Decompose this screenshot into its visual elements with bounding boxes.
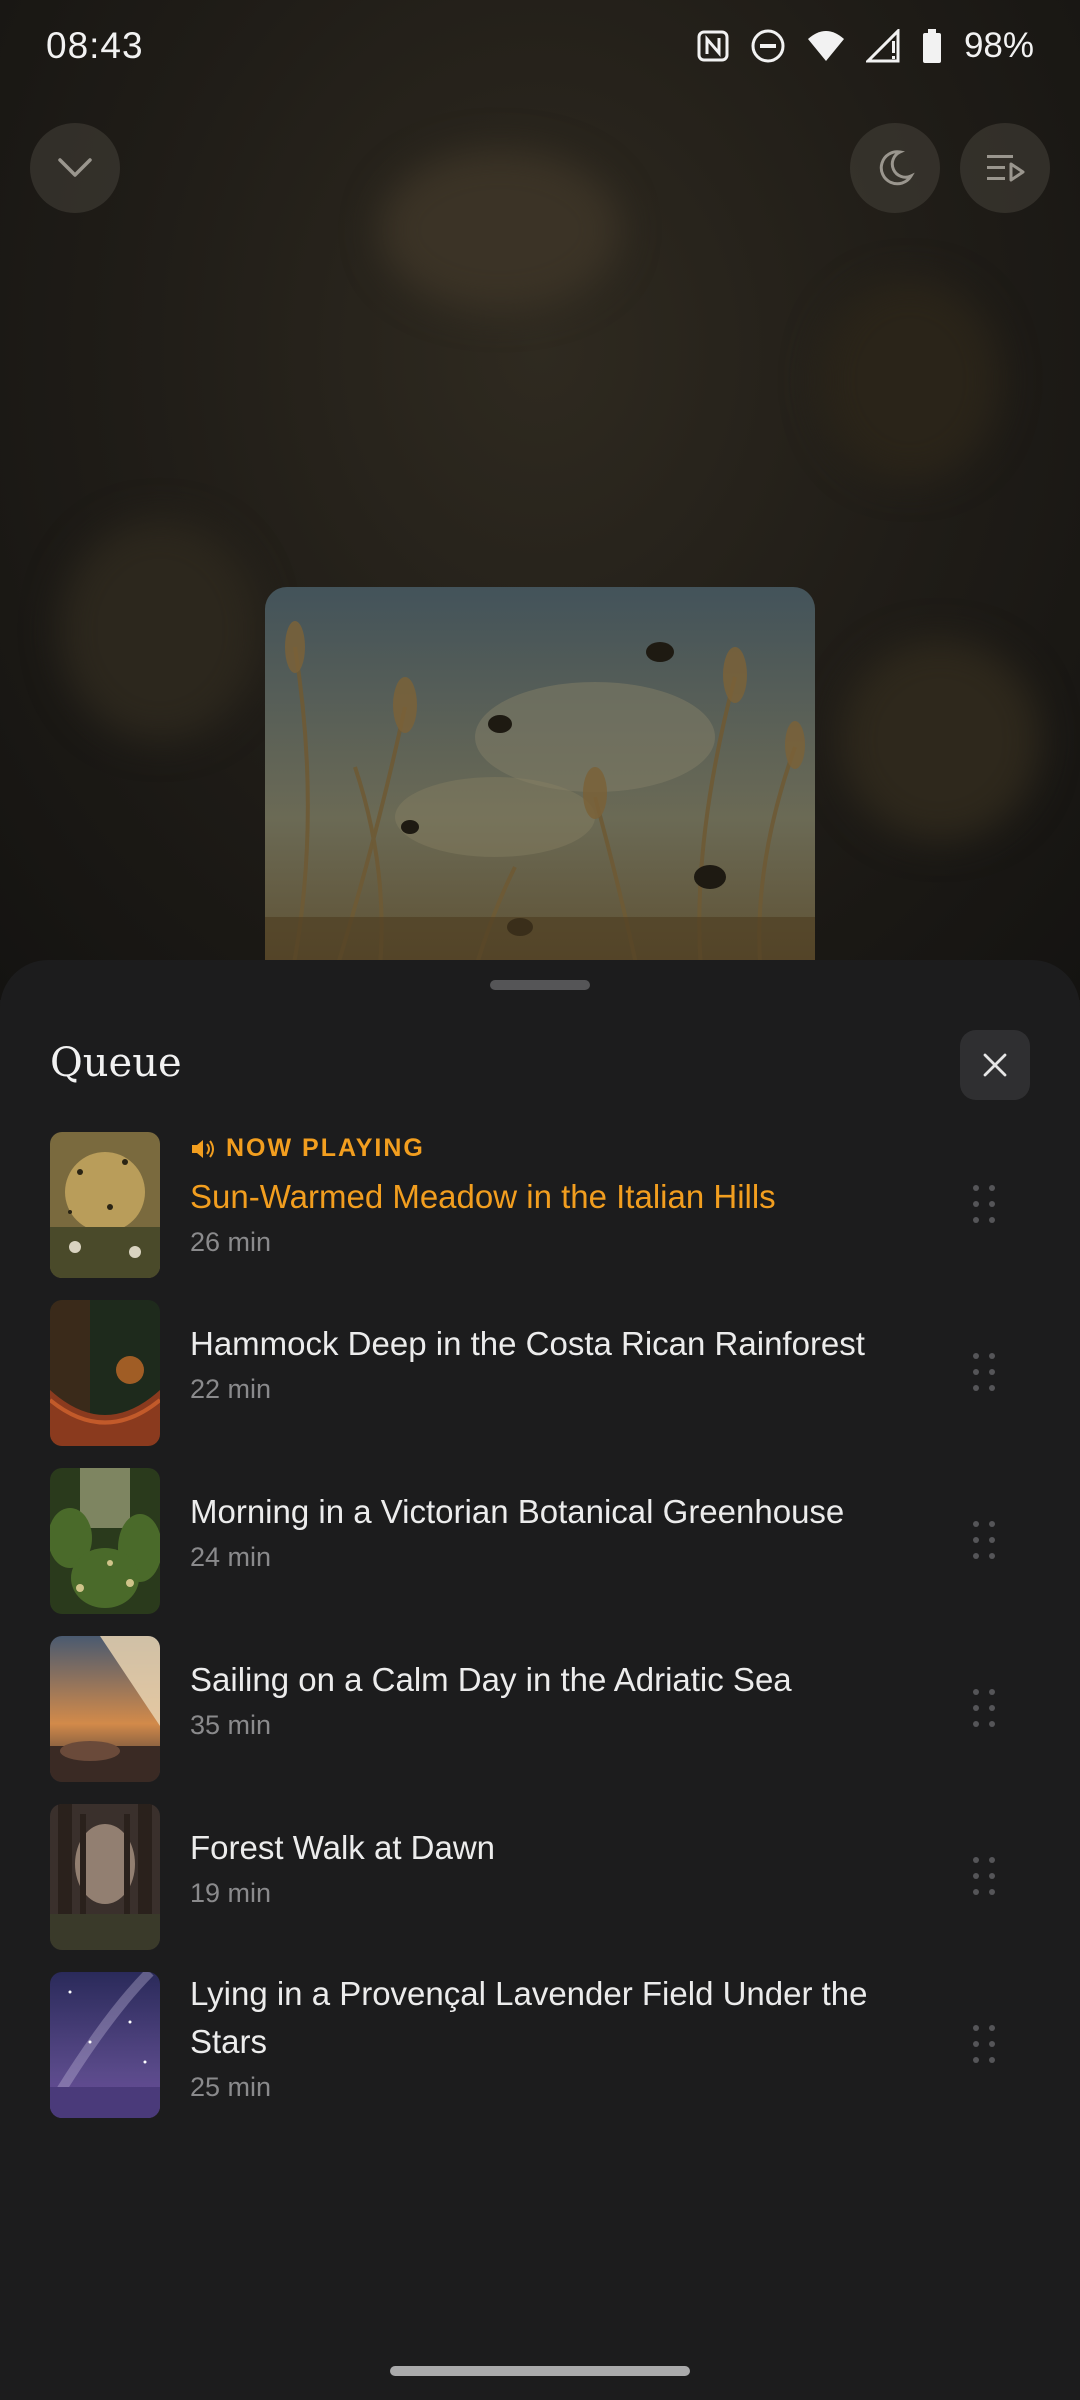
track-title: Forest Walk at Dawn xyxy=(190,1829,496,1866)
drag-handle-icon[interactable] xyxy=(968,1854,1000,1898)
chevron-down-icon xyxy=(58,158,92,177)
track-duration: 22 min xyxy=(190,1374,272,1404)
now-playing-label: NOW PLAYING xyxy=(226,1134,425,1162)
track-thumbnail xyxy=(50,1636,160,1782)
speaker-icon xyxy=(192,1139,214,1158)
status-bar: 08:43 98% xyxy=(0,0,1080,92)
track-thumbnail xyxy=(50,1300,160,1446)
track-info: Morning in a Victorian Botanical Greenho… xyxy=(190,1488,940,1573)
queue-sheet: Queue NOW PLAYING Sun-Warmed Meadow in t… xyxy=(0,960,1080,2400)
track-info: Sailing on a Calm Day in the Adriatic Se… xyxy=(190,1656,940,1741)
queue-item[interactable]: Hammock Deep in the Costa Rican Rainfore… xyxy=(0,1298,1080,1448)
collapse-player-button[interactable] xyxy=(30,123,120,213)
queue-item[interactable]: NOW PLAYING Sun-Warmed Meadow in the Ita… xyxy=(0,1130,1080,1280)
meadow-artwork-image xyxy=(265,587,815,1007)
moon-icon xyxy=(879,150,915,186)
drag-handle-icon[interactable] xyxy=(968,1686,1000,1730)
queue-item[interactable]: Morning in a Victorian Botanical Greenho… xyxy=(0,1466,1080,1616)
track-title: Lying in a Provençal Lavender Field Unde… xyxy=(190,1975,868,2060)
track-title: Hammock Deep in the Costa Rican Rainfore… xyxy=(190,1325,865,1362)
drag-handle-icon[interactable] xyxy=(968,1182,1000,1226)
queue-item[interactable]: Lying in a Provençal Lavender Field Unde… xyxy=(0,1970,1080,2120)
bg-blur-shape xyxy=(820,280,1000,480)
track-thumbnail xyxy=(50,1972,160,2118)
track-duration: 19 min xyxy=(190,1878,272,1908)
queue-item[interactable]: Sailing on a Calm Day in the Adriatic Se… xyxy=(0,1634,1080,1784)
drag-handle-icon[interactable] xyxy=(968,1518,1000,1562)
do-not-disturb-icon xyxy=(751,29,785,63)
close-queue-button[interactable] xyxy=(960,1030,1030,1100)
battery-icon xyxy=(922,29,941,63)
drag-handle-icon[interactable] xyxy=(968,2022,1000,2066)
track-thumbnail xyxy=(50,1132,160,1278)
nfc-icon xyxy=(697,30,729,62)
album-artwork xyxy=(265,587,815,1007)
track-thumbnail xyxy=(50,1468,160,1614)
track-info: Lying in a Provençal Lavender Field Unde… xyxy=(190,1970,940,2103)
track-info: Forest Walk at Dawn 19 min xyxy=(190,1824,940,1909)
track-info: Hammock Deep in the Costa Rican Rainfore… xyxy=(190,1320,940,1405)
now-playing-indicator: NOW PLAYING xyxy=(190,1134,940,1163)
status-time: 08:43 xyxy=(46,25,144,66)
track-info: NOW PLAYING Sun-Warmed Meadow in the Ita… xyxy=(190,1134,940,1258)
close-icon xyxy=(983,1053,1007,1077)
track-duration: 24 min xyxy=(190,1542,272,1572)
queue-item[interactable]: Forest Walk at Dawn 19 min xyxy=(0,1802,1080,1952)
track-duration: 26 min xyxy=(190,1227,272,1257)
track-duration: 35 min xyxy=(190,1710,272,1740)
drag-handle-icon[interactable] xyxy=(968,1350,1000,1394)
sheet-drag-handle[interactable] xyxy=(490,980,590,990)
home-indicator[interactable] xyxy=(390,2366,690,2376)
battery-percentage: 98% xyxy=(963,26,1034,65)
queue-title: Queue xyxy=(50,1040,182,1086)
track-title: Sun-Warmed Meadow in the Italian Hills xyxy=(190,1178,776,1215)
queue-icon xyxy=(987,155,1025,182)
sleep-timer-button[interactable] xyxy=(850,123,940,213)
track-duration: 25 min xyxy=(190,2072,272,2102)
track-title: Morning in a Victorian Botanical Greenho… xyxy=(190,1493,845,1530)
track-thumbnail xyxy=(50,1804,160,1950)
signal-icon xyxy=(865,29,900,63)
wifi-icon xyxy=(807,31,844,61)
bg-blur-shape xyxy=(840,640,1040,840)
bg-blur-shape xyxy=(60,520,260,740)
track-title: Sailing on a Calm Day in the Adriatic Se… xyxy=(190,1661,792,1698)
queue-button[interactable] xyxy=(960,123,1050,213)
bg-blur-shape xyxy=(380,150,620,310)
status-icons: 98% xyxy=(696,26,1034,66)
